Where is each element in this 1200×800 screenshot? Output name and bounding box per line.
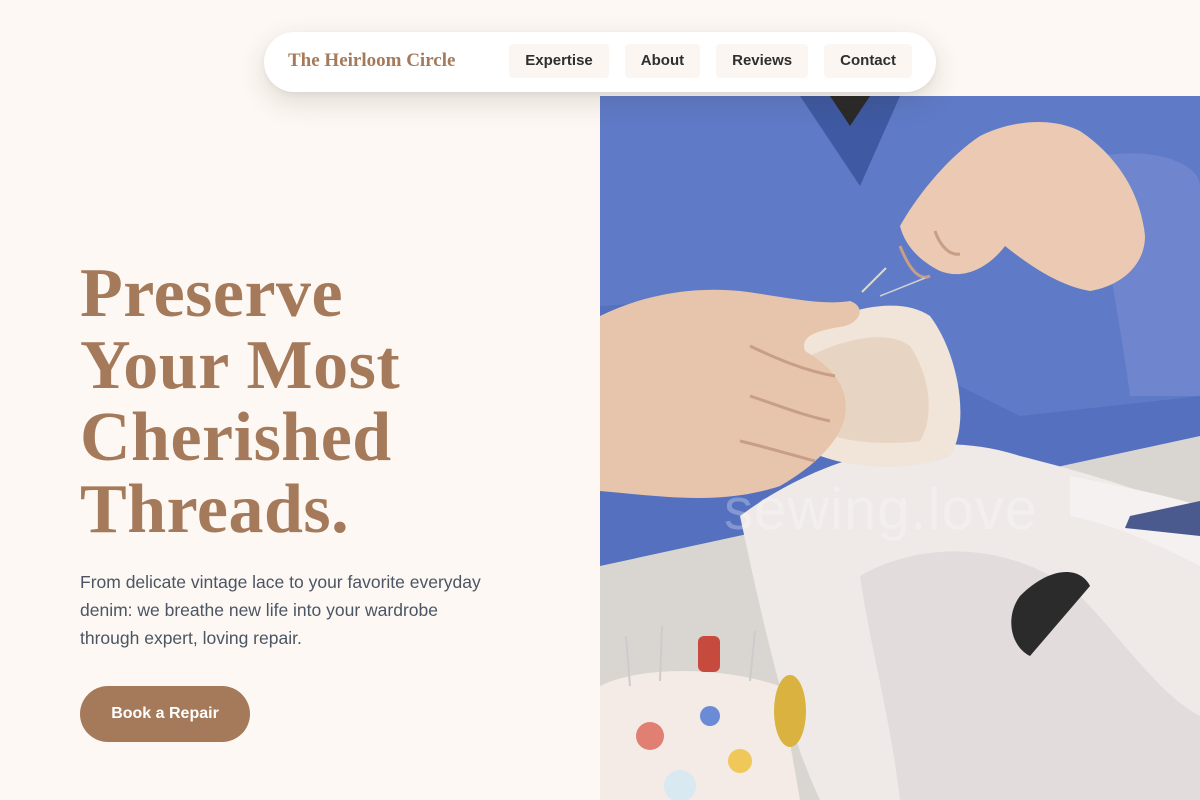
book-repair-button[interactable]: Book a Repair: [80, 686, 250, 742]
hero-photo: sewing.love: [600, 96, 1200, 800]
sewing-hands-illustration: [600, 96, 1200, 800]
nav-link-contact[interactable]: Contact: [824, 44, 912, 78]
hero-title: Preserve Your Most Cherished Threads.: [80, 255, 401, 548]
nav-links: Expertise About Reviews Contact: [509, 44, 912, 78]
page: The Heirloom Circle Expertise About Revi…: [0, 0, 1200, 800]
top-navigation: The Heirloom Circle Expertise About Revi…: [264, 32, 936, 92]
nav-link-about[interactable]: About: [624, 44, 701, 78]
nav-link-expertise[interactable]: Expertise: [509, 44, 609, 78]
hero-section: Preserve Your Most Cherished Threads. Fr…: [80, 258, 580, 742]
photo-watermark: sewing.love: [724, 477, 1039, 542]
brand-logo[interactable]: The Heirloom Circle: [288, 50, 455, 72]
hero-subtitle: From delicate vintage lace to your favor…: [80, 572, 481, 648]
nav-link-reviews[interactable]: Reviews: [716, 44, 809, 78]
